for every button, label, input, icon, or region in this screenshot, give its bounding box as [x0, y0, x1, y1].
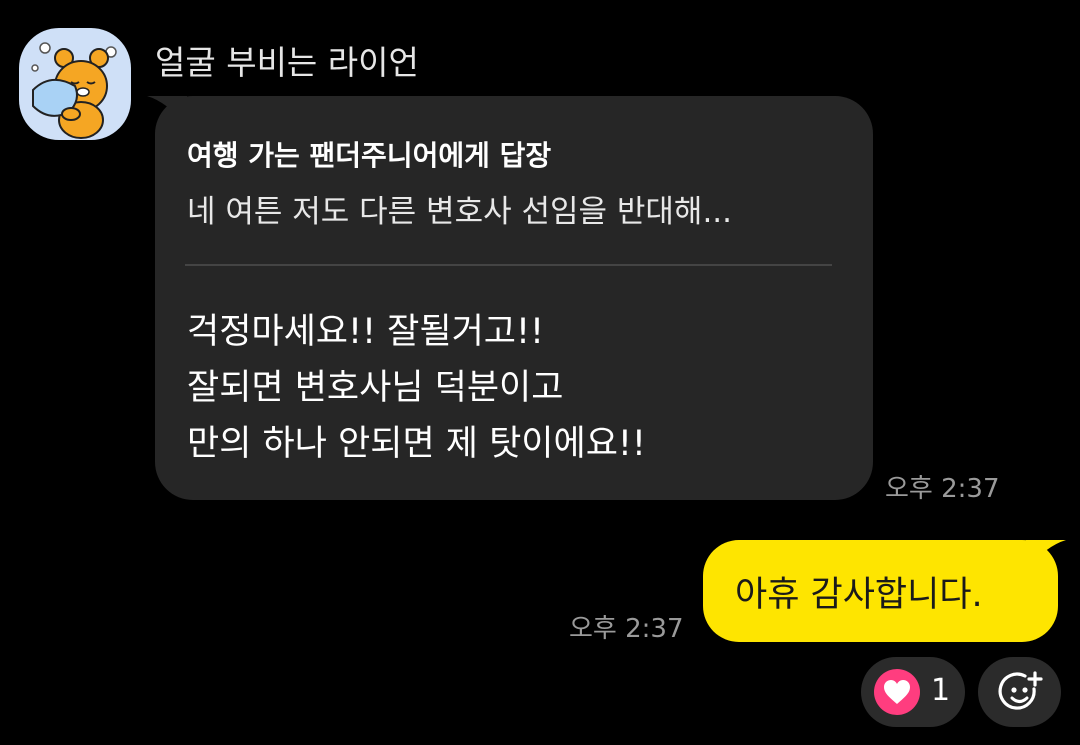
incoming-message-bubble[interactable]: 여행 가는 팬더주니어에게 답장 네 여튼 저도 다른 변호사 선임을 반대해.…: [147, 96, 873, 500]
bubble-tail: [147, 96, 187, 126]
outgoing-message-bubble[interactable]: 아휴 감사합니다.: [703, 540, 1066, 642]
reply-divider: [185, 264, 832, 266]
heart-icon: [874, 669, 920, 715]
reply-quote-title: 여행 가는 팬더주니어에게 답장: [187, 139, 552, 172]
reaction-count: 1: [931, 673, 951, 708]
outgoing-message-text: 아휴 감사합니다.: [735, 575, 983, 615]
outgoing-timestamp: 오후 2:37: [569, 614, 684, 644]
ryan-avatar-illustration: [31, 42, 117, 139]
message-line: 잘되면 변호사님 덕분이고: [187, 368, 564, 408]
add-reaction-button[interactable]: [978, 657, 1061, 727]
incoming-timestamp: 오후 2:37: [885, 474, 1000, 504]
message-text: 걱정마세요!! 잘될거고!! 잘되면 변호사님 덕분이고 만의 하나 안되면 제…: [187, 304, 646, 472]
message-line: 걱정마세요!! 잘될거고!!: [187, 312, 545, 352]
sender-avatar[interactable]: [19, 28, 131, 140]
heart-reaction-button[interactable]: 1: [861, 657, 965, 727]
reply-quote-preview[interactable]: 네 여튼 저도 다른 변호사 선임을 반대해...: [187, 186, 732, 231]
sender-name: 얼굴 부비는 라이언: [155, 43, 419, 82]
bubble-tail: [1026, 540, 1066, 570]
smiley-plus-icon: [998, 671, 1043, 710]
message-line: 만의 하나 안되면 제 탓이에요!!: [187, 424, 646, 464]
